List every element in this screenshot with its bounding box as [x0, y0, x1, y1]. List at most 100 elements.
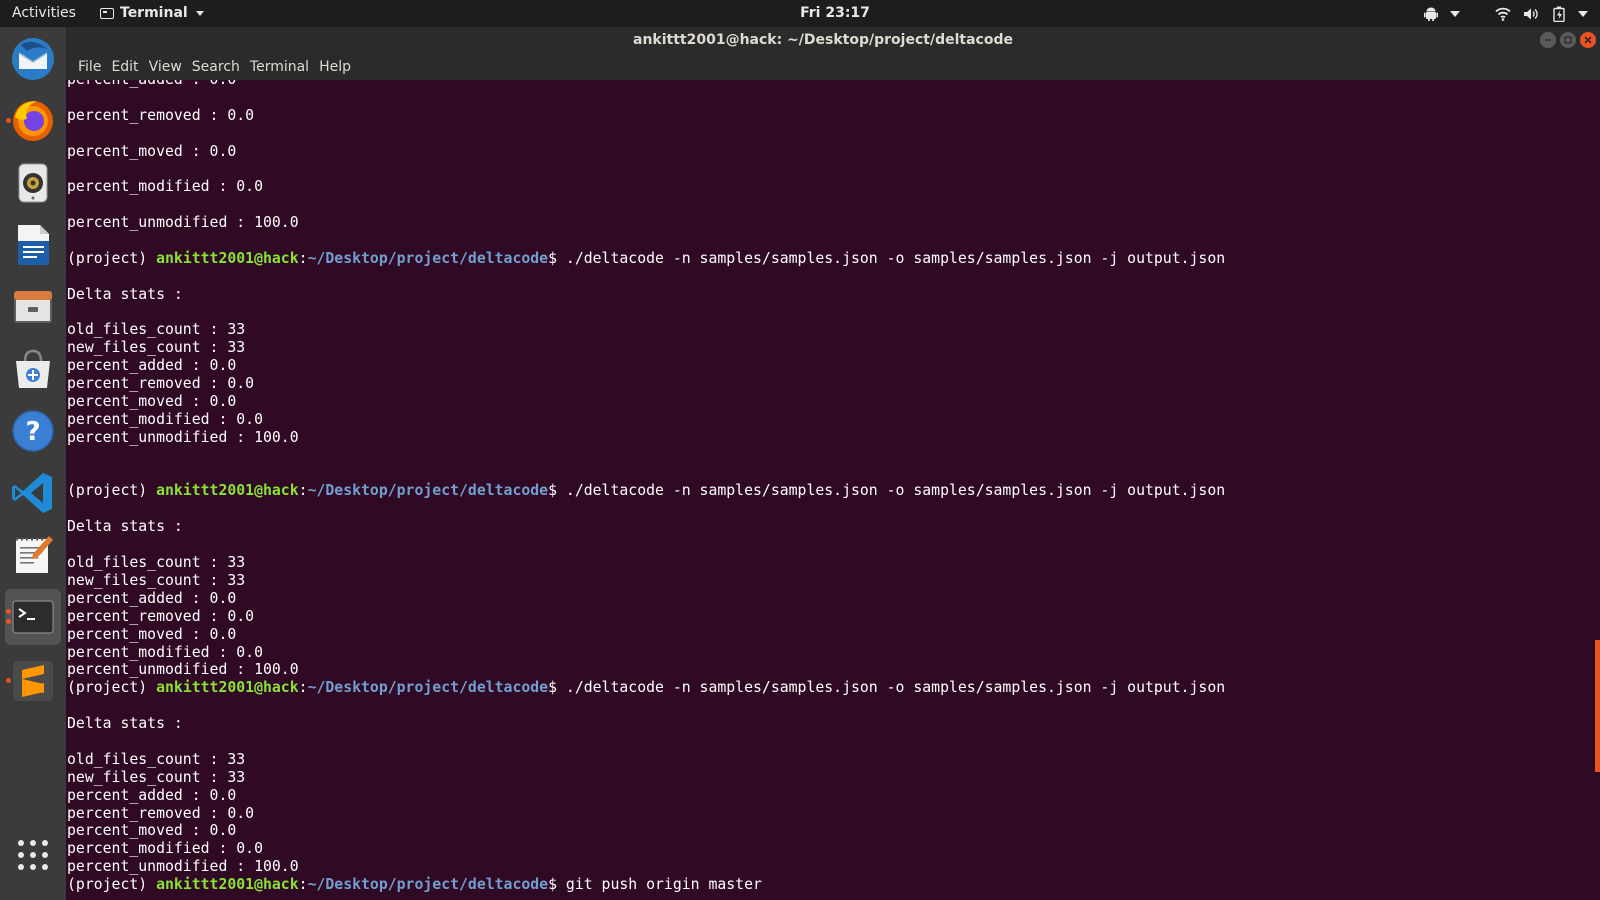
- close-button[interactable]: [1580, 32, 1596, 48]
- output-line: percent_unmodified : 100.0: [67, 428, 299, 446]
- prompt-user-host: ankittt2001@hack: [156, 679, 299, 697]
- prompt-user-host: ankittt2001@hack: [156, 482, 299, 500]
- menu-search[interactable]: Search: [187, 59, 245, 75]
- prompt-dollar: $: [548, 876, 566, 894]
- terminal-lines: percent_added : 0.0percent_removed : 0.0…: [67, 80, 1225, 894]
- output-line: percent_removed : 0.0: [67, 607, 255, 625]
- prompt-separator: :: [298, 679, 308, 697]
- menu-help[interactable]: Help: [314, 59, 356, 75]
- thunderbird-icon[interactable]: [5, 31, 61, 87]
- running-indicator: [6, 609, 11, 614]
- menu-edit[interactable]: Edit: [106, 59, 143, 75]
- output-line: new_files_count : 33: [67, 339, 246, 357]
- command-text: ./deltacode -n samples/samples.json -o s…: [565, 249, 1226, 267]
- prompt-env: (project): [67, 876, 157, 894]
- prompt-path: ~/Desktop/project/deltacode: [307, 482, 549, 500]
- output-line: percent_moved : 0.0: [67, 142, 237, 160]
- prompt-line: (project) ankittt2001@hack:~/Desktop/pro…: [67, 876, 1225, 894]
- prompt-user-host: ankittt2001@hack: [156, 249, 299, 267]
- output-line: percent_added : 0.0: [67, 786, 237, 804]
- prompt-env: (project): [67, 482, 157, 500]
- command-text: ./deltacode -n samples/samples.json -o s…: [565, 679, 1226, 697]
- output-line: percent_modified : 0.0: [67, 178, 263, 196]
- wifi-icon[interactable]: [1494, 5, 1512, 23]
- help-icon[interactable]: ?: [5, 403, 61, 459]
- prompt-env: (project): [67, 249, 157, 267]
- output-line: percent_modified : 0.0: [67, 643, 263, 661]
- files-icon[interactable]: [5, 279, 61, 335]
- menu-view[interactable]: View: [144, 59, 187, 75]
- output-line: percent_removed : 0.0: [67, 375, 255, 393]
- output-line: percent_added : 0.0: [67, 589, 237, 607]
- chevron-down-icon[interactable]: [1578, 10, 1588, 17]
- text-editor-icon[interactable]: [5, 527, 61, 583]
- battery-icon[interactable]: [1550, 5, 1568, 23]
- window-controls: [1540, 32, 1596, 48]
- show-applications-icon[interactable]: [5, 827, 61, 883]
- output-line: percent_added : 0.0: [67, 357, 237, 375]
- libreoffice-writer-icon[interactable]: [5, 217, 61, 273]
- sublime-text-icon[interactable]: [5, 653, 61, 709]
- dock: ?: [0, 27, 66, 900]
- prompt-line: (project) ankittt2001@hack:~/Desktop/pro…: [67, 679, 1225, 697]
- firefox-icon[interactable]: [5, 93, 61, 149]
- prompt-separator: :: [298, 482, 308, 500]
- prompt-separator: :: [298, 876, 308, 894]
- prompt-line: (project) ankittt2001@hack:~/Desktop/pro…: [67, 482, 1225, 500]
- command-text: ./deltacode -n samples/samples.json -o s…: [565, 482, 1226, 500]
- vscode-icon[interactable]: [5, 465, 61, 521]
- chevron-down-icon[interactable]: [1450, 10, 1460, 17]
- output-line: percent_unmodified : 100.0: [67, 858, 299, 876]
- output-line: Delta stats :: [67, 285, 183, 303]
- menu-file[interactable]: File: [73, 59, 106, 75]
- terminal-output[interactable]: percent_added : 0.0percent_removed : 0.0…: [66, 80, 1600, 900]
- window-titlebar[interactable]: ankittt2001@hack: ~/Desktop/project/delt…: [66, 27, 1600, 54]
- output-line: new_files_count : 33: [67, 768, 246, 786]
- minimize-button[interactable]: [1540, 32, 1556, 48]
- output-line: old_files_count : 33: [67, 321, 246, 339]
- prompt-dollar: $: [548, 679, 566, 697]
- rhythmbox-icon[interactable]: [5, 155, 61, 211]
- output-line: old_files_count : 33: [67, 750, 246, 768]
- window-title: ankittt2001@hack: ~/Desktop/project/delt…: [633, 32, 1013, 48]
- prompt-path: ~/Desktop/project/deltacode: [307, 876, 549, 894]
- prompt-line: (project) ankittt2001@hack:~/Desktop/pro…: [67, 250, 1225, 268]
- output-line: percent_modified : 0.0: [67, 410, 263, 428]
- output-line: Delta stats :: [67, 715, 183, 733]
- prompt-path: ~/Desktop/project/deltacode: [307, 679, 549, 697]
- prompt-dollar: $: [548, 249, 566, 267]
- output-line: percent_moved : 0.0: [67, 625, 237, 643]
- running-indicator: [6, 619, 11, 624]
- menu-terminal[interactable]: Terminal: [245, 59, 314, 75]
- command-text: git push origin master: [565, 876, 762, 894]
- output-line: percent_unmodified : 100.0: [67, 214, 299, 232]
- maximize-button[interactable]: [1560, 32, 1576, 48]
- terminal-icon[interactable]: [5, 589, 61, 645]
- output-line: percent_moved : 0.0: [67, 822, 237, 840]
- svg-text:?: ?: [25, 417, 40, 447]
- running-indicator: [6, 118, 11, 123]
- output-line: percent_modified : 0.0: [67, 840, 263, 858]
- output-line: percent_unmodified : 100.0: [67, 661, 299, 679]
- volume-icon[interactable]: [1522, 5, 1540, 23]
- android-icon[interactable]: [1422, 5, 1440, 23]
- prompt-dollar: $: [548, 482, 566, 500]
- scrollbar-thumb[interactable]: [1595, 640, 1600, 772]
- prompt-user-host: ankittt2001@hack: [156, 876, 299, 894]
- output-line: new_files_count : 33: [67, 571, 246, 589]
- system-tray[interactable]: [1422, 4, 1588, 23]
- output-line: percent_moved : 0.0: [67, 393, 237, 411]
- clock[interactable]: Fri 23:17: [0, 5, 1600, 21]
- running-indicator: [6, 678, 11, 683]
- software-center-icon[interactable]: [5, 341, 61, 397]
